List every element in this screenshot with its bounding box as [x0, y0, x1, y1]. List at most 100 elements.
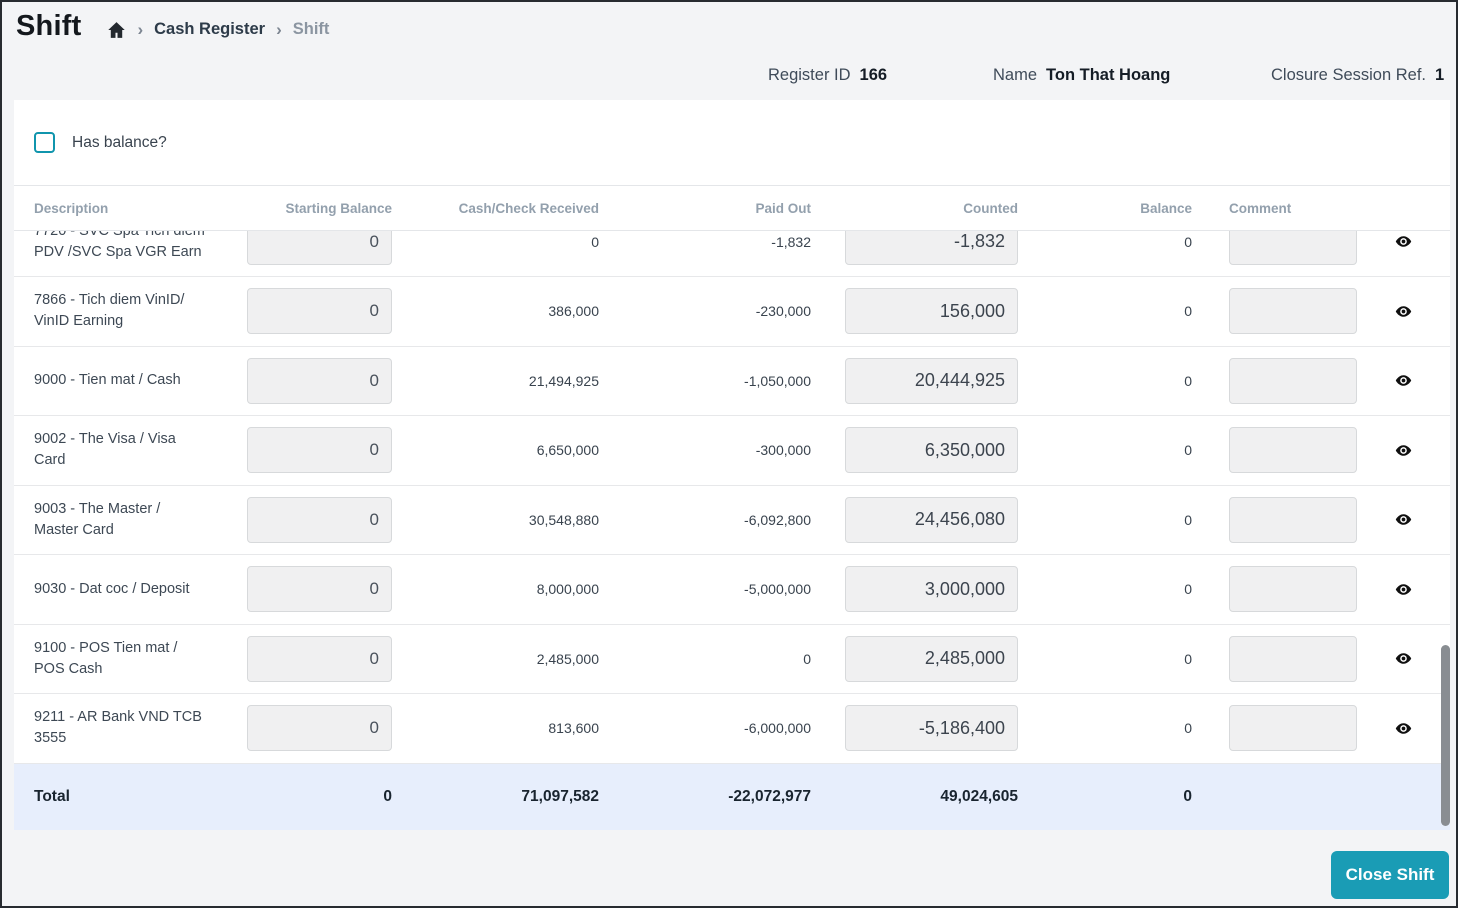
name-label: Name: [993, 66, 1038, 84]
eye-icon[interactable]: [1395, 581, 1412, 598]
balance-value: 0: [1184, 233, 1192, 250]
column-header-counted: Counted: [963, 200, 1018, 216]
row-description: 7866 - Tich diem VinID/VinID Earning: [34, 292, 185, 330]
starting-balance-input[interactable]: 0: [247, 496, 392, 543]
eye-icon[interactable]: [1395, 720, 1412, 737]
total-cash-check-received: 71,097,582: [521, 788, 599, 805]
starting-balance-input[interactable]: 0: [247, 427, 392, 474]
counted-input[interactable]: 24,456,080: [845, 496, 1018, 543]
comment-input[interactable]: [1229, 288, 1357, 335]
row-description: 9002 - The Visa / Visa Card: [34, 431, 176, 469]
column-header-comment: Comment: [1229, 200, 1292, 216]
has-balance-checkbox[interactable]: [34, 132, 55, 153]
table-row: 7866 - Tich diem VinID/VinID Earning 0 386…: [14, 277, 1450, 347]
cash-check-received-value: 0: [591, 233, 599, 250]
shift-card: Has balance? Description Starting Balanc…: [14, 100, 1450, 830]
table-row: 9100 - POS Tien mat / POS Cash 0 2,485,000 0…: [14, 625, 1450, 694]
starting-balance-input[interactable]: 0: [247, 705, 392, 752]
table-row: 9030 - Dat coc / Deposit 0 8,000,000 -5,000…: [14, 555, 1450, 625]
counted-input[interactable]: 2,485,000: [845, 635, 1018, 682]
eye-icon[interactable]: [1395, 650, 1412, 667]
starting-balance-input[interactable]: 0: [247, 288, 392, 335]
paid-out-value: -1,832: [771, 233, 811, 250]
starting-balance-input[interactable]: 0: [247, 566, 392, 613]
balance-value: 0: [1184, 442, 1192, 459]
row-description: 9211 - AR Bank VND TCB 3555: [34, 709, 202, 747]
comment-input[interactable]: [1229, 357, 1357, 404]
comment-input[interactable]: [1229, 566, 1357, 613]
starting-balance-input[interactable]: 0: [247, 231, 392, 265]
table-row: 7720 - SVC Spa Tich diemPDV /SVC Spa VGR…: [14, 231, 1450, 277]
cashier-name-group: Name Ton That Hoang: [993, 66, 1170, 85]
eye-icon[interactable]: [1395, 372, 1412, 389]
balance-value: 0: [1184, 650, 1192, 667]
has-balance-row: Has balance?: [14, 100, 1450, 185]
total-starting-balance: 0: [383, 788, 392, 805]
counted-input[interactable]: 20,444,925: [845, 357, 1018, 404]
register-id-group: Register ID 166: [768, 66, 887, 85]
paid-out-value: -6,000,000: [744, 720, 811, 737]
cash-check-received-value: 2,485,000: [536, 650, 599, 667]
breadcrumb-cash-register[interactable]: Cash Register: [154, 20, 265, 39]
total-balance: 0: [1183, 788, 1192, 805]
closure-session-value: 1: [1435, 66, 1445, 84]
vertical-scrollbar-thumb[interactable]: [1441, 645, 1450, 826]
paid-out-value: -1,050,000: [744, 372, 811, 389]
eye-icon[interactable]: [1395, 233, 1412, 250]
total-label: Total: [34, 788, 70, 805]
eye-icon[interactable]: [1395, 303, 1412, 320]
cash-check-received-value: 21,494,925: [528, 372, 599, 389]
starting-balance-input[interactable]: 0: [247, 357, 392, 404]
counted-input[interactable]: 156,000: [845, 288, 1018, 335]
counted-input[interactable]: 3,000,000: [845, 566, 1018, 613]
total-paid-out: -22,072,977: [728, 788, 811, 805]
paid-out-value: -300,000: [755, 442, 811, 459]
row-description: 9030 - Dat coc / Deposit: [34, 580, 190, 597]
column-header-cash-check-received: Cash/Check Received: [458, 200, 599, 216]
counted-input[interactable]: 6,350,000: [845, 427, 1018, 474]
paid-out-value: -6,092,800: [744, 511, 811, 528]
breadcrumb-shift: Shift: [292, 20, 330, 38]
column-header-description: Description: [34, 200, 109, 216]
comment-input[interactable]: [1229, 635, 1357, 682]
counted-input[interactable]: -5,186,400: [845, 705, 1018, 752]
balance-value: 0: [1184, 303, 1192, 320]
total-row: Total 0 71,097,582 -22,072,977 49,024,60…: [14, 764, 1450, 830]
cash-check-received-value: 6,650,000: [536, 442, 599, 459]
closure-session-group: Closure Session Ref. 1: [1271, 66, 1444, 85]
comment-input[interactable]: [1229, 496, 1357, 543]
page-title: Shift: [16, 10, 82, 42]
closure-session-label: Closure Session Ref.: [1271, 66, 1426, 84]
table-row: 9211 - AR Bank VND TCB 3555 0 813,600 -6,000…: [14, 694, 1450, 764]
counted-input[interactable]: -1,832: [845, 231, 1018, 265]
breadcrumb: › Cash Register › Shift: [107, 20, 329, 39]
row-description: 9003 - The Master / Master Card: [34, 500, 161, 538]
shift-close-page: { "page": { "title": "Shift" }, "breadcr…: [0, 0, 1458, 908]
total-counted: 49,024,605: [940, 788, 1018, 805]
paid-out-value: -5,000,000: [744, 581, 811, 598]
starting-balance-input[interactable]: 0: [247, 635, 392, 682]
eye-icon[interactable]: [1395, 511, 1412, 528]
table-row: 9002 - The Visa / Visa Card 0 6,650,000 -300…: [14, 416, 1450, 486]
column-header-balance: Balance: [1140, 200, 1192, 216]
cash-check-received-value: 813,600: [548, 720, 599, 737]
cash-check-received-value: 386,000: [548, 303, 599, 320]
chevron-separator-icon: ›: [137, 20, 144, 39]
home-icon[interactable]: [107, 21, 126, 39]
close-shift-button[interactable]: Close Shift: [1331, 851, 1449, 899]
balance-value: 0: [1184, 720, 1192, 737]
table-header: Description Starting Balance Cash/Check …: [14, 185, 1450, 231]
name-value: Ton That Hoang: [1046, 66, 1171, 84]
comment-input[interactable]: [1229, 231, 1357, 265]
chevron-separator-icon: ›: [276, 20, 282, 39]
register-id-label: Register ID: [768, 66, 851, 84]
page-header: Shift › Cash Register › Shift: [16, 10, 329, 43]
comment-input[interactable]: [1229, 427, 1357, 474]
row-description: 9000 - Tien mat / Cash: [34, 372, 181, 389]
eye-icon[interactable]: [1395, 442, 1412, 459]
column-header-paid-out: Paid Out: [755, 200, 811, 216]
has-balance-label: Has balance?: [72, 133, 167, 151]
row-description: 7720 - SVC Spa Tich diemPDV /SVC Spa VGR…: [34, 231, 205, 260]
comment-input[interactable]: [1229, 705, 1357, 752]
table-row: 9000 - Tien mat / Cash 0 21,494,925 -1,050,…: [14, 347, 1450, 416]
